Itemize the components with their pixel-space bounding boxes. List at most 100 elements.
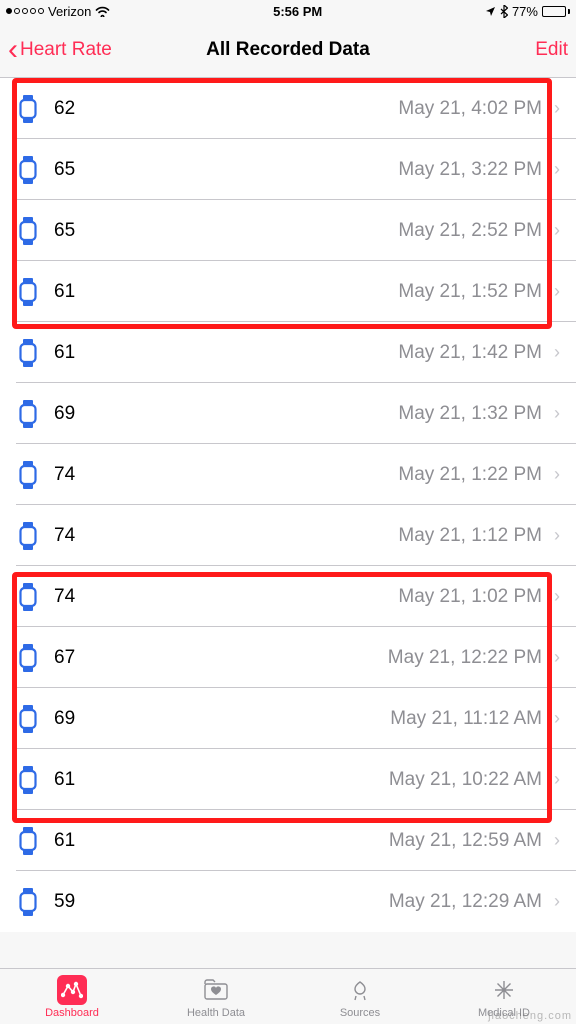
table-row[interactable]: 61 May 21, 12:59 AM › bbox=[0, 810, 576, 871]
tab-dashboard[interactable]: Dashboard bbox=[0, 969, 144, 1024]
table-row[interactable]: 74 May 21, 1:22 PM › bbox=[0, 444, 576, 505]
chevron-right-icon: › bbox=[554, 830, 560, 851]
watch-icon bbox=[16, 400, 40, 428]
table-row[interactable]: 67 May 21, 12:22 PM › bbox=[0, 627, 576, 688]
battery-icon bbox=[542, 6, 570, 17]
table-row[interactable]: 69 May 21, 11:12 AM › bbox=[0, 688, 576, 749]
heart-rate-value: 69 bbox=[54, 708, 75, 730]
timestamp: May 21, 1:32 PM bbox=[398, 403, 542, 425]
tab-label: Dashboard bbox=[45, 1007, 99, 1019]
carrier-label: Verizon bbox=[48, 4, 91, 19]
chevron-right-icon: › bbox=[554, 342, 560, 363]
heart-rate-value: 62 bbox=[54, 98, 75, 120]
chevron-right-icon: › bbox=[554, 708, 560, 729]
data-list: 62 May 21, 4:02 PM › 65 May 21, 3:22 PM › 65 Ma… bbox=[0, 78, 576, 932]
back-label: Heart Rate bbox=[20, 39, 112, 61]
chevron-right-icon: › bbox=[554, 769, 560, 790]
watch-icon bbox=[16, 583, 40, 611]
table-row[interactable]: 69 May 21, 1:32 PM › bbox=[0, 383, 576, 444]
medical-id-icon bbox=[489, 975, 519, 1005]
watch-icon bbox=[16, 644, 40, 672]
heart-rate-value: 74 bbox=[54, 464, 75, 486]
status-time: 5:56 PM bbox=[273, 4, 322, 19]
tab-health-data[interactable]: Health Data bbox=[144, 969, 288, 1024]
chevron-right-icon: › bbox=[554, 159, 560, 180]
watch-icon bbox=[16, 888, 40, 916]
heart-rate-value: 67 bbox=[54, 647, 75, 669]
timestamp: May 21, 12:59 AM bbox=[389, 830, 542, 852]
chevron-right-icon: › bbox=[554, 647, 560, 668]
content-area: 62 May 21, 4:02 PM › 65 May 21, 3:22 PM › 65 Ma… bbox=[0, 78, 576, 968]
heart-rate-value: 61 bbox=[54, 769, 75, 791]
chevron-right-icon: › bbox=[554, 586, 560, 607]
chevron-right-icon: › bbox=[554, 98, 560, 119]
location-icon bbox=[485, 6, 496, 17]
chevron-right-icon: › bbox=[554, 464, 560, 485]
watch-icon bbox=[16, 156, 40, 184]
timestamp: May 21, 1:42 PM bbox=[398, 342, 542, 364]
timestamp: May 21, 1:02 PM bbox=[398, 586, 542, 608]
timestamp: May 21, 1:52 PM bbox=[398, 281, 542, 303]
tab-label: Sources bbox=[340, 1007, 380, 1019]
timestamp: May 21, 3:22 PM bbox=[398, 159, 542, 181]
timestamp: May 21, 10:22 AM bbox=[389, 769, 542, 791]
heart-rate-value: 74 bbox=[54, 525, 75, 547]
chevron-right-icon: › bbox=[554, 891, 560, 912]
table-row[interactable]: 62 May 21, 4:02 PM › bbox=[0, 78, 576, 139]
status-bar: Verizon 5:56 PM 77% bbox=[0, 0, 576, 22]
watch-icon bbox=[16, 705, 40, 733]
table-row[interactable]: 61 May 21, 10:22 AM › bbox=[0, 749, 576, 810]
table-row[interactable]: 59 May 21, 12:29 AM › bbox=[0, 871, 576, 932]
sources-icon bbox=[345, 975, 375, 1005]
heart-rate-value: 61 bbox=[54, 281, 75, 303]
tab-medical-id[interactable]: Medical ID bbox=[432, 969, 576, 1024]
table-row[interactable]: 65 May 21, 2:52 PM › bbox=[0, 200, 576, 261]
timestamp: May 21, 1:12 PM bbox=[398, 525, 542, 547]
chevron-right-icon: › bbox=[554, 403, 560, 424]
timestamp: May 21, 2:52 PM bbox=[398, 220, 542, 242]
watch-icon bbox=[16, 827, 40, 855]
status-right: 77% bbox=[485, 4, 570, 19]
tab-label: Health Data bbox=[187, 1007, 245, 1019]
chevron-right-icon: › bbox=[554, 525, 560, 546]
timestamp: May 21, 4:02 PM bbox=[398, 98, 542, 120]
chevron-right-icon: › bbox=[554, 220, 560, 241]
dashboard-icon bbox=[57, 975, 87, 1005]
heart-rate-value: 69 bbox=[54, 403, 75, 425]
heart-rate-value: 61 bbox=[54, 342, 75, 364]
battery-pct: 77% bbox=[512, 4, 538, 19]
table-row[interactable]: 61 May 21, 1:42 PM › bbox=[0, 322, 576, 383]
heart-rate-value: 65 bbox=[54, 159, 75, 181]
table-row[interactable]: 61 May 21, 1:52 PM › bbox=[0, 261, 576, 322]
watch-icon bbox=[16, 461, 40, 489]
tab-label: Medical ID bbox=[478, 1007, 530, 1019]
chevron-left-icon: ‹ bbox=[8, 35, 18, 65]
heart-rate-value: 65 bbox=[54, 220, 75, 242]
edit-button[interactable]: Edit bbox=[535, 39, 568, 61]
signal-dots bbox=[6, 8, 44, 14]
table-row[interactable]: 74 May 21, 1:02 PM › bbox=[0, 566, 576, 627]
heart-rate-value: 74 bbox=[54, 586, 75, 608]
timestamp: May 21, 1:22 PM bbox=[398, 464, 542, 486]
folder-heart-icon bbox=[201, 975, 231, 1005]
tab-sources[interactable]: Sources bbox=[288, 969, 432, 1024]
watch-icon bbox=[16, 217, 40, 245]
bluetooth-icon bbox=[500, 5, 508, 18]
status-left: Verizon bbox=[6, 4, 110, 19]
wifi-icon bbox=[95, 5, 110, 17]
watch-icon bbox=[16, 278, 40, 306]
watch-icon bbox=[16, 339, 40, 367]
table-row[interactable]: 74 May 21, 1:12 PM › bbox=[0, 505, 576, 566]
timestamp: May 21, 12:29 AM bbox=[389, 891, 542, 913]
watch-icon bbox=[16, 766, 40, 794]
back-button[interactable]: ‹ Heart Rate bbox=[8, 35, 112, 65]
timestamp: May 21, 11:12 AM bbox=[390, 708, 542, 730]
nav-bar: ‹ Heart Rate All Recorded Data Edit bbox=[0, 22, 576, 78]
heart-rate-value: 61 bbox=[54, 830, 75, 852]
chevron-right-icon: › bbox=[554, 281, 560, 302]
table-row[interactable]: 65 May 21, 3:22 PM › bbox=[0, 139, 576, 200]
timestamp: May 21, 12:22 PM bbox=[388, 647, 542, 669]
watch-icon bbox=[16, 95, 40, 123]
tab-bar: Dashboard Health Data Sources Medical ID… bbox=[0, 968, 576, 1024]
heart-rate-value: 59 bbox=[54, 891, 75, 913]
